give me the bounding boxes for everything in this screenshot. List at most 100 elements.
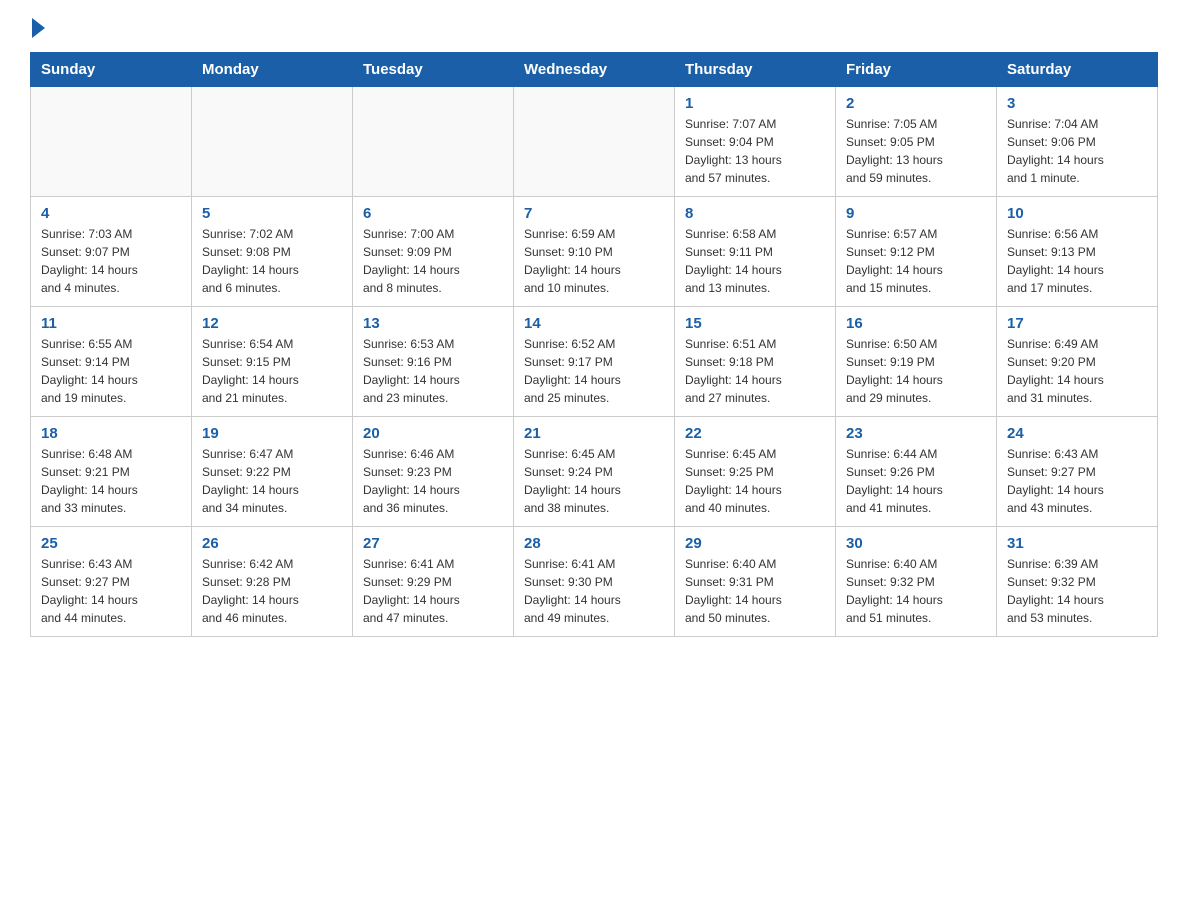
day-number: 1 [685, 95, 825, 112]
day-number: 21 [524, 425, 664, 442]
day-info: Sunrise: 7:07 AM Sunset: 9:04 PM Dayligh… [685, 115, 825, 187]
day-info: Sunrise: 6:50 AM Sunset: 9:19 PM Dayligh… [846, 335, 986, 407]
calendar-header-thursday: Thursday [675, 53, 836, 87]
logo-arrow-icon [32, 18, 45, 38]
day-number: 30 [846, 535, 986, 552]
calendar-week-row: 18 Sunrise: 6:48 AM Sunset: 9:21 PM Dayli… [31, 417, 1158, 527]
calendar-cell: 30 Sunrise: 6:40 AM Sunset: 9:32 PM Dayli… [836, 527, 997, 637]
calendar-cell [31, 87, 192, 197]
day-info: Sunrise: 6:49 AM Sunset: 9:20 PM Dayligh… [1007, 335, 1147, 407]
day-number: 15 [685, 315, 825, 332]
calendar-cell: 24Sunrise: 6:43 AM Sunset: 9:27 PM Dayli… [997, 417, 1158, 527]
calendar-cell: 3 Sunrise: 7:04 AM Sunset: 9:06 PM Daylig… [997, 87, 1158, 197]
calendar-cell: 6 Sunrise: 7:00 AM Sunset: 9:09 PM Daylig… [353, 197, 514, 307]
calendar-header-row: SundayMondayTuesdayWednesdayThursdayFrid… [31, 53, 1158, 87]
calendar-cell: 19Sunrise: 6:47 AM Sunset: 9:22 PM Dayli… [192, 417, 353, 527]
calendar-header-tuesday: Tuesday [353, 53, 514, 87]
day-number: 23 [846, 425, 986, 442]
calendar-cell: 14 Sunrise: 6:52 AM Sunset: 9:17 PM Dayli… [514, 307, 675, 417]
day-info: Sunrise: 7:04 AM Sunset: 9:06 PM Dayligh… [1007, 115, 1147, 187]
day-number: 27 [363, 535, 503, 552]
day-info: Sunrise: 6:40 AM Sunset: 9:32 PM Dayligh… [846, 555, 986, 627]
day-number: 18 [41, 425, 181, 442]
day-number: 10 [1007, 205, 1147, 222]
calendar-week-row: 25 Sunrise: 6:43 AM Sunset: 9:27 PM Dayli… [31, 527, 1158, 637]
day-number: 6 [363, 205, 503, 222]
day-info: Sunrise: 6:44 AM Sunset: 9:26 PM Dayligh… [846, 445, 986, 517]
calendar-cell: 8Sunrise: 6:58 AM Sunset: 9:11 PM Daylig… [675, 197, 836, 307]
day-info: Sunrise: 6:58 AM Sunset: 9:11 PM Dayligh… [685, 225, 825, 297]
day-info: Sunrise: 6:57 AM Sunset: 9:12 PM Dayligh… [846, 225, 986, 297]
day-info: Sunrise: 6:59 AM Sunset: 9:10 PM Dayligh… [524, 225, 664, 297]
day-info: Sunrise: 6:46 AM Sunset: 9:23 PM Dayligh… [363, 445, 503, 517]
calendar-header-saturday: Saturday [997, 53, 1158, 87]
calendar-table: SundayMondayTuesdayWednesdayThursdayFrid… [30, 52, 1158, 637]
day-number: 17 [1007, 315, 1147, 332]
day-number: 11 [41, 315, 181, 332]
day-info: Sunrise: 6:54 AM Sunset: 9:15 PM Dayligh… [202, 335, 342, 407]
calendar-cell: 13 Sunrise: 6:53 AM Sunset: 9:16 PM Dayli… [353, 307, 514, 417]
calendar-cell: 12 Sunrise: 6:54 AM Sunset: 9:15 PM Dayli… [192, 307, 353, 417]
calendar-cell: 22 Sunrise: 6:45 AM Sunset: 9:25 PM Dayli… [675, 417, 836, 527]
day-info: Sunrise: 6:42 AM Sunset: 9:28 PM Dayligh… [202, 555, 342, 627]
day-number: 26 [202, 535, 342, 552]
day-number: 14 [524, 315, 664, 332]
day-number: 16 [846, 315, 986, 332]
day-number: 20 [363, 425, 503, 442]
day-number: 22 [685, 425, 825, 442]
day-info: Sunrise: 7:00 AM Sunset: 9:09 PM Dayligh… [363, 225, 503, 297]
calendar-cell: 20 Sunrise: 6:46 AM Sunset: 9:23 PM Dayli… [353, 417, 514, 527]
day-info: Sunrise: 6:40 AM Sunset: 9:31 PM Dayligh… [685, 555, 825, 627]
day-info: Sunrise: 6:56 AM Sunset: 9:13 PM Dayligh… [1007, 225, 1147, 297]
logo [30, 20, 45, 36]
calendar-header-sunday: Sunday [31, 53, 192, 87]
calendar-cell: 31Sunrise: 6:39 AM Sunset: 9:32 PM Dayli… [997, 527, 1158, 637]
calendar-header-friday: Friday [836, 53, 997, 87]
day-info: Sunrise: 6:41 AM Sunset: 9:30 PM Dayligh… [524, 555, 664, 627]
day-info: Sunrise: 6:45 AM Sunset: 9:25 PM Dayligh… [685, 445, 825, 517]
day-number: 3 [1007, 95, 1147, 112]
calendar-cell: 9 Sunrise: 6:57 AM Sunset: 9:12 PM Daylig… [836, 197, 997, 307]
day-number: 9 [846, 205, 986, 222]
day-info: Sunrise: 6:53 AM Sunset: 9:16 PM Dayligh… [363, 335, 503, 407]
calendar-cell: 10 Sunrise: 6:56 AM Sunset: 9:13 PM Dayli… [997, 197, 1158, 307]
day-number: 19 [202, 425, 342, 442]
day-number: 4 [41, 205, 181, 222]
day-info: Sunrise: 6:43 AM Sunset: 9:27 PM Dayligh… [41, 555, 181, 627]
day-info: Sunrise: 6:55 AM Sunset: 9:14 PM Dayligh… [41, 335, 181, 407]
calendar-cell: 25 Sunrise: 6:43 AM Sunset: 9:27 PM Dayli… [31, 527, 192, 637]
calendar-cell: 17 Sunrise: 6:49 AM Sunset: 9:20 PM Dayli… [997, 307, 1158, 417]
day-info: Sunrise: 6:43 AM Sunset: 9:27 PM Dayligh… [1007, 445, 1147, 517]
day-info: Sunrise: 6:52 AM Sunset: 9:17 PM Dayligh… [524, 335, 664, 407]
calendar-week-row: 4 Sunrise: 7:03 AM Sunset: 9:07 PM Daylig… [31, 197, 1158, 307]
calendar-cell: 18 Sunrise: 6:48 AM Sunset: 9:21 PM Dayli… [31, 417, 192, 527]
page-header [30, 20, 1158, 36]
calendar-cell: 1 Sunrise: 7:07 AM Sunset: 9:04 PM Daylig… [675, 87, 836, 197]
day-info: Sunrise: 6:39 AM Sunset: 9:32 PM Dayligh… [1007, 555, 1147, 627]
day-number: 12 [202, 315, 342, 332]
day-number: 7 [524, 205, 664, 222]
day-info: Sunrise: 6:45 AM Sunset: 9:24 PM Dayligh… [524, 445, 664, 517]
day-info: Sunrise: 7:03 AM Sunset: 9:07 PM Dayligh… [41, 225, 181, 297]
calendar-cell: 29 Sunrise: 6:40 AM Sunset: 9:31 PM Dayli… [675, 527, 836, 637]
day-number: 25 [41, 535, 181, 552]
day-number: 2 [846, 95, 986, 112]
day-info: Sunrise: 6:48 AM Sunset: 9:21 PM Dayligh… [41, 445, 181, 517]
calendar-header-monday: Monday [192, 53, 353, 87]
calendar-cell [353, 87, 514, 197]
calendar-cell: 21 Sunrise: 6:45 AM Sunset: 9:24 PM Dayli… [514, 417, 675, 527]
calendar-cell: 27 Sunrise: 6:41 AM Sunset: 9:29 PM Dayli… [353, 527, 514, 637]
day-number: 29 [685, 535, 825, 552]
calendar-cell: 2Sunrise: 7:05 AM Sunset: 9:05 PM Daylig… [836, 87, 997, 197]
calendar-cell: 5Sunrise: 7:02 AM Sunset: 9:08 PM Daylig… [192, 197, 353, 307]
calendar-cell: 16 Sunrise: 6:50 AM Sunset: 9:19 PM Dayli… [836, 307, 997, 417]
calendar-cell: 28 Sunrise: 6:41 AM Sunset: 9:30 PM Dayli… [514, 527, 675, 637]
day-number: 28 [524, 535, 664, 552]
day-number: 13 [363, 315, 503, 332]
calendar-cell: 26 Sunrise: 6:42 AM Sunset: 9:28 PM Dayli… [192, 527, 353, 637]
calendar-cell: 7 Sunrise: 6:59 AM Sunset: 9:10 PM Daylig… [514, 197, 675, 307]
calendar-week-row: 11 Sunrise: 6:55 AM Sunset: 9:14 PM Dayli… [31, 307, 1158, 417]
calendar-cell: 11 Sunrise: 6:55 AM Sunset: 9:14 PM Dayli… [31, 307, 192, 417]
day-info: Sunrise: 6:51 AM Sunset: 9:18 PM Dayligh… [685, 335, 825, 407]
day-info: Sunrise: 6:41 AM Sunset: 9:29 PM Dayligh… [363, 555, 503, 627]
